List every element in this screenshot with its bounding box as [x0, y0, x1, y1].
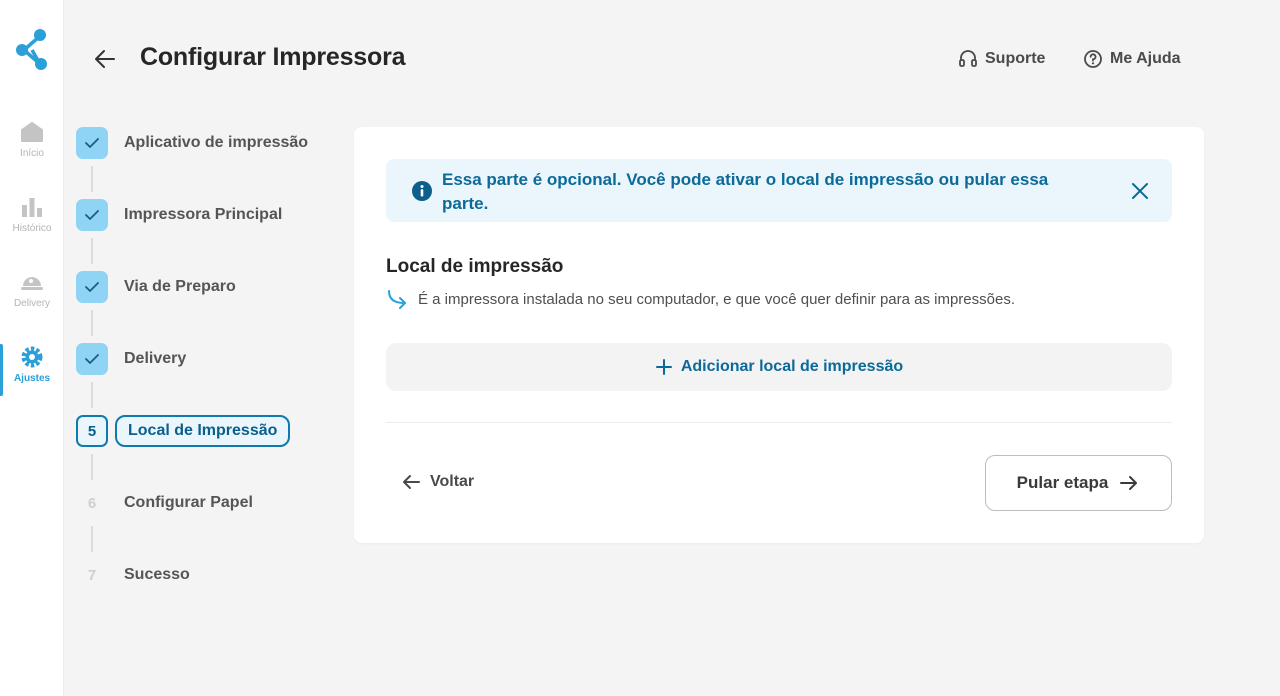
sidebar-item-historico[interactable]: Histórico: [0, 194, 64, 258]
step-5[interactable]: 5 Local de Impressão: [76, 415, 291, 447]
gear-icon: [19, 344, 45, 370]
step-6[interactable]: 6 Configurar Papel: [76, 487, 253, 519]
step-label: Aplicativo de impressão: [124, 134, 309, 151]
step-label: Delivery: [124, 350, 187, 367]
delivery-icon: [19, 269, 45, 295]
info-text: Essa parte é opcional. Você pode ativar …: [442, 170, 1049, 213]
arrow-right-icon: [1120, 476, 1138, 490]
step-2[interactable]: Impressora Principal: [76, 199, 282, 231]
info-banner: Essa parte é opcional. Você pode ativar …: [386, 159, 1172, 222]
chart-icon: [19, 194, 45, 220]
step-1[interactable]: Aplicativo de impressão: [76, 127, 308, 159]
back-arrow-icon[interactable]: [92, 46, 118, 72]
headset-icon: [959, 50, 977, 67]
check-icon: [76, 199, 108, 231]
divider: [386, 422, 1172, 423]
sidebar-item-label: Ajustes: [13, 373, 51, 384]
skip-label: Pular etapa: [1016, 473, 1109, 492]
logo-icon[interactable]: [14, 28, 50, 70]
help-label: Me Ajuda: [1110, 50, 1181, 67]
info-icon: [412, 181, 432, 201]
support-link[interactable]: Suporte: [958, 48, 1045, 70]
close-icon[interactable]: [1128, 179, 1152, 203]
plus-icon: [655, 359, 672, 375]
skip-step-button[interactable]: Pular etapa: [985, 455, 1172, 511]
step-connector: [91, 310, 93, 336]
arrow-left-icon: [403, 475, 420, 489]
sidebar: Início Histórico Delivery Ajustes: [0, 0, 64, 696]
page-title: Configurar Impressora: [140, 43, 406, 71]
check-icon: [76, 343, 108, 375]
support-label: Suporte: [985, 50, 1046, 67]
step-label: Sucesso: [124, 566, 190, 583]
sidebar-item-label: Início: [20, 148, 44, 159]
help-link[interactable]: Me Ajuda: [1083, 48, 1181, 70]
back-label: Voltar: [430, 473, 475, 490]
add-print-location-button[interactable]: Adicionar local de impressão: [386, 343, 1172, 391]
section-description: É a impressora instalada no seu computad…: [386, 289, 1015, 309]
section-desc-text: É a impressora instalada no seu computad…: [418, 290, 1015, 308]
step-7[interactable]: 7 Sucesso: [76, 559, 190, 591]
sidebar-item-delivery[interactable]: Delivery: [0, 269, 64, 333]
sidebar-item-ajustes[interactable]: Ajustes: [0, 344, 64, 408]
step-label: Impressora Principal: [124, 206, 283, 223]
check-icon: [76, 127, 108, 159]
help-circle-icon: [1084, 50, 1102, 68]
step-label: Via de Preparo: [124, 278, 236, 295]
sidebar-item-label: Histórico: [12, 223, 52, 234]
content-card: Essa parte é opcional. Você pode ativar …: [354, 127, 1204, 543]
sidebar-item-label: Delivery: [13, 298, 51, 309]
step-connector: [91, 454, 93, 480]
step-connector: [91, 382, 93, 408]
step-connector: [91, 166, 93, 192]
step-label: Local de Impressão: [115, 415, 291, 447]
check-icon: [76, 271, 108, 303]
step-number: 7: [87, 566, 97, 584]
sidebar-item-inicio[interactable]: Início: [0, 119, 64, 183]
step-number: 6: [87, 494, 97, 512]
step-connector: [91, 238, 93, 264]
step-number: 5: [76, 415, 108, 447]
step-4[interactable]: Delivery: [76, 343, 186, 375]
back-button[interactable]: Voltar: [400, 471, 474, 493]
step-connector: [91, 526, 93, 552]
step-3[interactable]: Via de Preparo: [76, 271, 236, 303]
step-label: Configurar Papel: [124, 494, 253, 511]
add-label: Adicionar local de impressão: [680, 358, 904, 375]
home-icon: [19, 119, 45, 145]
section-title: Local de impressão: [386, 256, 564, 277]
curved-arrow-icon: [388, 290, 406, 309]
